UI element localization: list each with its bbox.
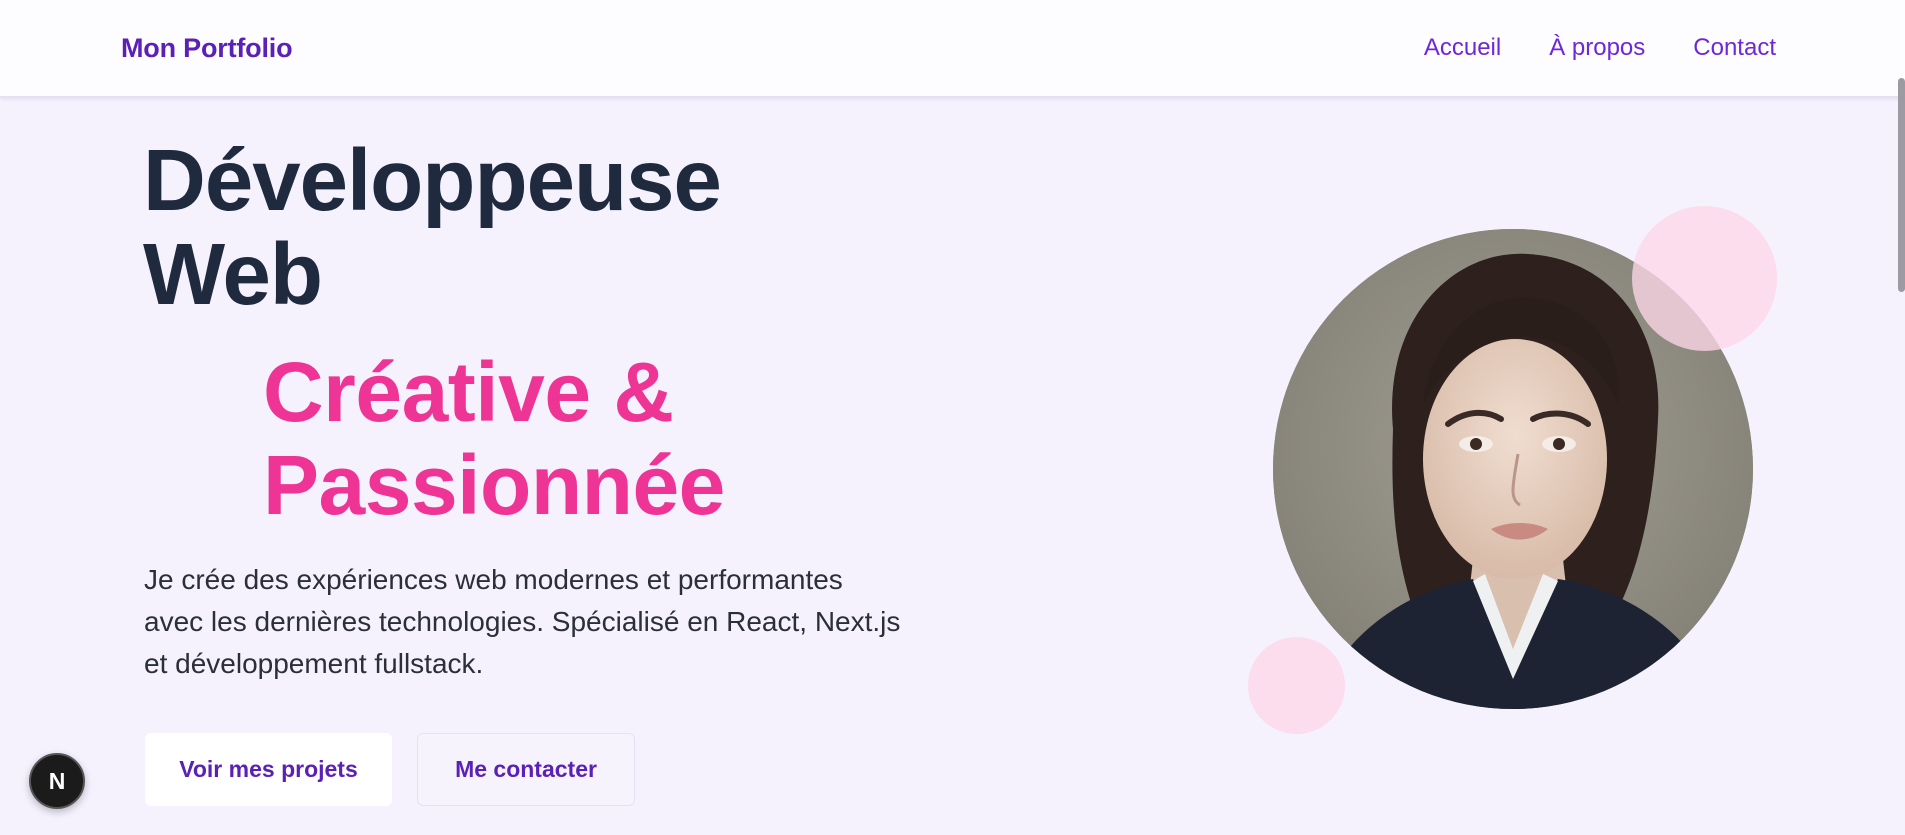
hero-title: Développeuse Web — [143, 132, 722, 323]
hero-accent-line2: Passionnée — [263, 438, 725, 532]
top-navbar: Mon Portfolio Accueil À propos Contact — [0, 0, 1905, 97]
nav-links: Accueil À propos Contact — [1424, 34, 1776, 62]
hero-title-line1: Développeuse — [143, 132, 722, 229]
nextjs-logo-icon[interactable]: N — [29, 753, 85, 809]
contact-button[interactable]: Me contacter — [417, 733, 635, 806]
nav-link-a-propos[interactable]: À propos — [1549, 34, 1645, 62]
hero-accent-line1: Créative & — [263, 345, 674, 439]
decor-circle-bottom — [1248, 637, 1345, 734]
decor-circle-top — [1632, 206, 1777, 351]
site-logo[interactable]: Mon Portfolio — [121, 33, 293, 64]
hero-description: Je crée des expériences web modernes et … — [144, 564, 901, 679]
nav-link-contact[interactable]: Contact — [1693, 34, 1776, 62]
hero-accent-title: Créative & Passionnée — [263, 346, 725, 532]
nav-link-accueil[interactable]: Accueil — [1424, 34, 1501, 62]
page-scrollbar[interactable] — [1898, 78, 1905, 292]
hero-title-line2: Web — [143, 226, 323, 323]
view-projects-button[interactable]: Voir mes projets — [145, 733, 392, 806]
